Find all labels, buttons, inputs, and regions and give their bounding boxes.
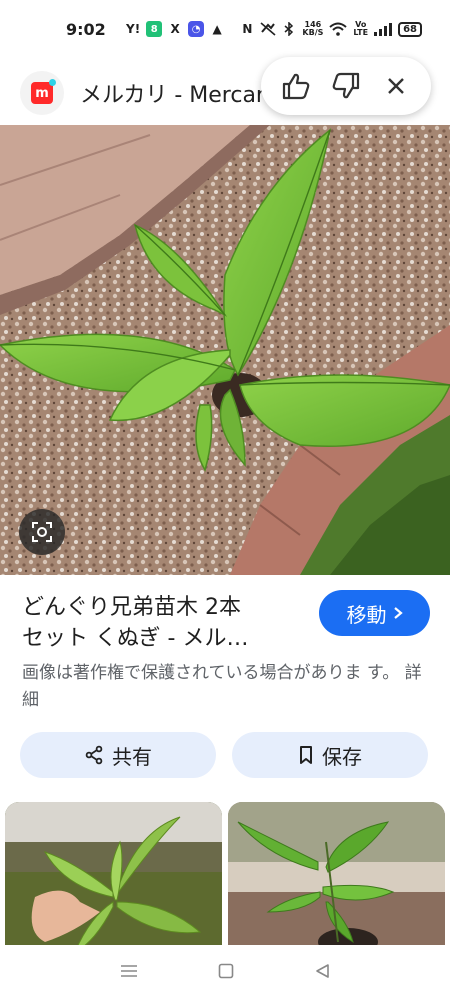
- volte-indicator: Vo LTE: [353, 21, 368, 37]
- site-name: メルカリ - Mercari: [80, 83, 272, 108]
- share-button[interactable]: 共有: [20, 732, 216, 778]
- lens-icon: [32, 522, 52, 542]
- network-speed: 146 KB/S: [302, 21, 323, 37]
- nfc-icon: N: [242, 22, 253, 36]
- messenger-icon: ◔: [188, 21, 205, 37]
- save-button[interactable]: 保存: [232, 732, 428, 778]
- system-icons: N 146 KB/S Vo LTE 68: [240, 21, 422, 37]
- visit-label: 移動: [346, 602, 387, 627]
- wifi-icon: [329, 21, 348, 37]
- mercari-logo-mark: m: [31, 79, 56, 104]
- main-result-image[interactable]: [0, 125, 450, 575]
- notification-icons: Y! 8 X ◔ ▲: [126, 21, 224, 37]
- thumbs-down-icon: [332, 72, 360, 99]
- upload-icon: ▲: [212, 22, 222, 36]
- close-button[interactable]: [376, 66, 416, 106]
- app-notification-icon: 8: [146, 21, 163, 37]
- save-label: 保存: [322, 744, 362, 769]
- share-icon: [85, 745, 103, 765]
- back-triangle-icon: [316, 963, 329, 978]
- result-title-line-2: セット くぬぎ - メル…: [22, 626, 249, 651]
- mute-icon: [260, 21, 276, 37]
- bluetooth-icon: [282, 21, 296, 37]
- battery-indicator: 68: [398, 21, 422, 37]
- status-bar: 9:02 Y! 8 X ◔ ▲ N 146 KB/S Vo LTE 68: [0, 0, 450, 58]
- status-time: 9:02: [66, 19, 106, 39]
- signal-icon: [374, 21, 393, 37]
- mercari-logo: m: [20, 71, 64, 115]
- share-label: 共有: [112, 744, 152, 769]
- thumbs-down-button[interactable]: [326, 66, 366, 106]
- thumbs-up-icon: [282, 73, 310, 100]
- related-image-1[interactable]: [5, 802, 222, 952]
- bookmark-icon: [300, 746, 312, 764]
- copyright-notice: 画像は著作権で保護されている場合がありま す。 詳細: [22, 660, 422, 714]
- related-image-2[interactable]: [228, 802, 445, 952]
- thumbs-up-button[interactable]: [276, 66, 316, 106]
- result-title-line-1: どんぐり兄弟苗木 2本: [22, 595, 241, 620]
- feedback-bar: [261, 57, 431, 115]
- home-square-icon: [218, 963, 234, 978]
- network-speed-unit: KB/S: [302, 28, 324, 37]
- result-title[interactable]: どんぐり兄弟苗木 2本 セット くぬぎ - メル…: [22, 592, 307, 654]
- menu-icon: [121, 965, 137, 977]
- system-nav-bar: [0, 945, 450, 1000]
- home-nav-button[interactable]: [218, 963, 234, 983]
- visit-button[interactable]: 移動: [319, 590, 430, 636]
- close-icon: [388, 78, 404, 94]
- lens-search-button[interactable]: [19, 509, 65, 555]
- chevron-right-icon: [393, 607, 403, 619]
- x-app-icon: X: [170, 22, 180, 36]
- back-nav-button[interactable]: [314, 963, 330, 983]
- copyright-text: 画像は著作権で保護されている場合がありま す。: [22, 663, 400, 683]
- volte-bottom: LTE: [353, 28, 369, 37]
- menu-nav-button[interactable]: [120, 963, 138, 982]
- yahoo-icon: Y!: [126, 22, 141, 36]
